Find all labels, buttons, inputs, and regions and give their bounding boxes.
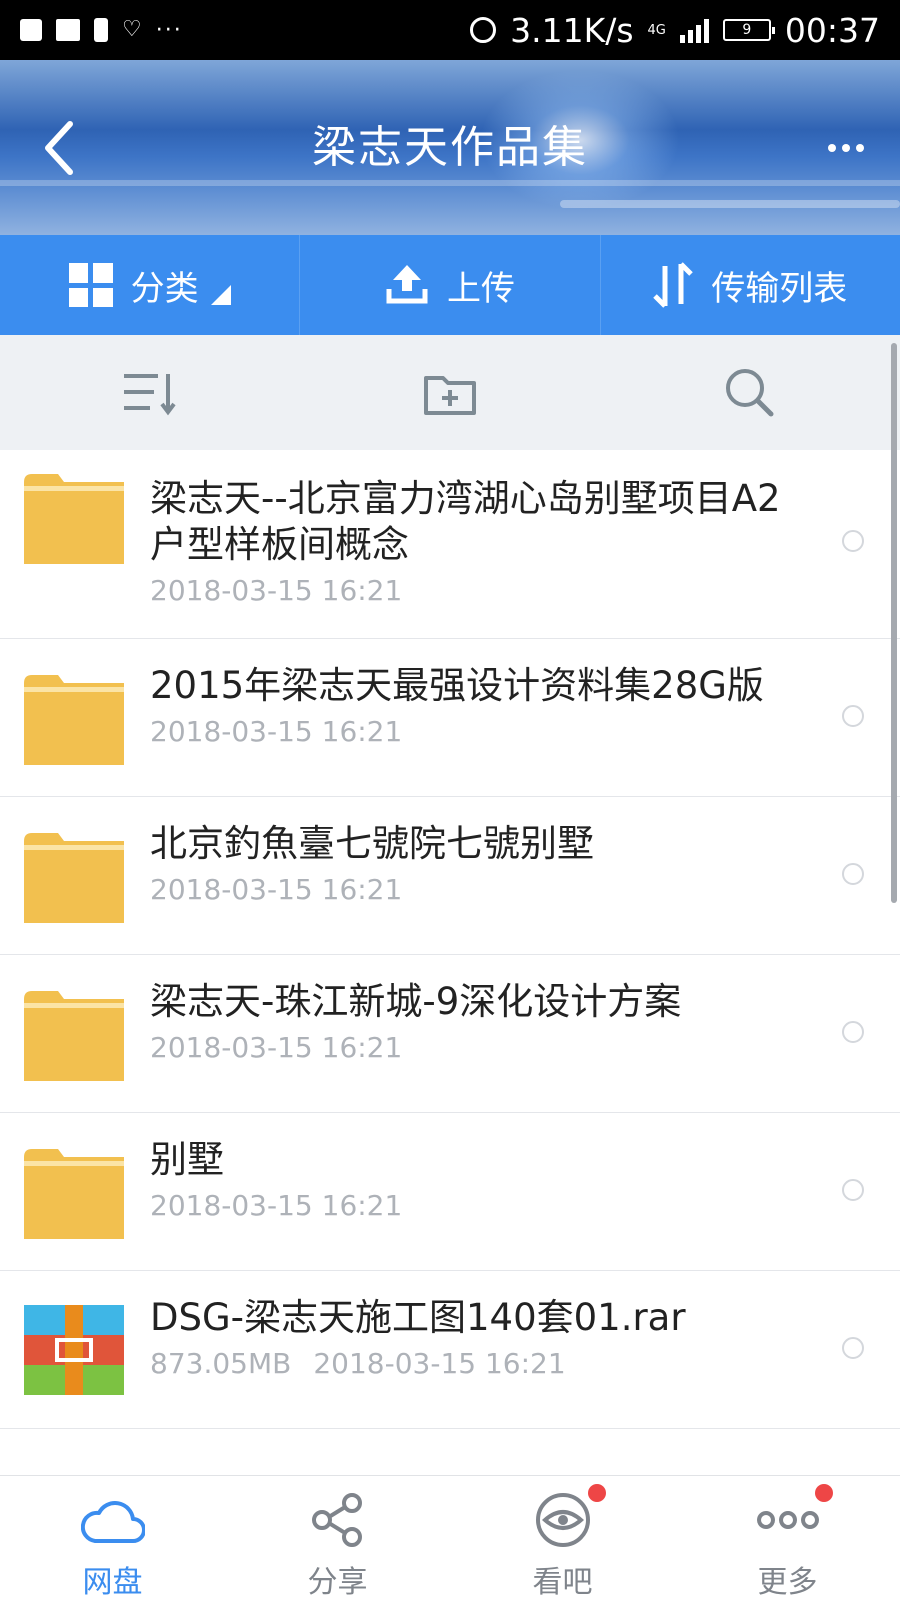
file-meta: 2018-03-15 16:21 xyxy=(150,715,800,749)
select-radio[interactable] xyxy=(842,705,864,727)
list-item[interactable]: 北京釣魚臺七號院七號别墅 2018-03-15 16:21 xyxy=(0,797,900,955)
file-name: 梁志天-珠江新城-9深化设计方案 xyxy=(150,980,682,1023)
transfer-arrows-icon xyxy=(653,262,694,308)
select-radio[interactable] xyxy=(842,1021,864,1043)
list-item[interactable]: 2015年梁志天最强设计资料集28G版 2018-03-15 16:21 xyxy=(0,639,900,797)
file-size: 873.05MB xyxy=(150,1347,292,1380)
file-name: DSG-梁志天施工图140套01.rar xyxy=(150,1296,686,1339)
grid-icon xyxy=(68,263,113,307)
upload-button[interactable]: 上传 xyxy=(299,235,599,335)
file-date: 2018-03-15 16:21 xyxy=(150,715,403,748)
sort-button[interactable] xyxy=(0,370,300,416)
transfer-list-label: 传输列表 xyxy=(711,268,848,309)
more-dots-icon xyxy=(756,1510,819,1529)
folder-icon xyxy=(24,833,124,923)
nav-label: 看吧 xyxy=(532,1565,593,1600)
eye-icon xyxy=(535,1492,590,1547)
share-icon xyxy=(311,1492,362,1547)
bottom-nav: 网盘 分享 看吧 更多 xyxy=(0,1475,900,1601)
nav-item-watch[interactable]: 看吧 xyxy=(450,1476,675,1601)
category-label: 分类 xyxy=(130,268,199,309)
new-folder-button[interactable] xyxy=(300,370,600,416)
file-name: 别墅 xyxy=(150,1138,224,1181)
more-horizontal-icon xyxy=(825,144,867,170)
upload-icon xyxy=(386,265,428,304)
select-radio[interactable] xyxy=(842,1337,864,1359)
file-list: 梁志天--北京富力湾湖心岛别墅项目A2户型样板间概念 2018-03-15 16… xyxy=(0,450,900,1429)
folder-icon xyxy=(24,675,124,765)
search-button[interactable] xyxy=(600,366,900,420)
file-meta: 873.05MB 2018-03-15 16:21 xyxy=(150,1347,800,1381)
select-radio[interactable] xyxy=(842,530,864,552)
image-notification-icon xyxy=(20,19,42,41)
battery-icon: 9 xyxy=(722,19,775,41)
network-type: 4G xyxy=(647,22,666,38)
nav-item-share[interactable]: 分享 xyxy=(225,1476,450,1601)
cloud-icon xyxy=(80,1500,145,1543)
folder-icon xyxy=(24,474,124,564)
file-meta: 2018-03-15 16:21 xyxy=(150,1031,800,1065)
file-meta: 2018-03-15 16:21 xyxy=(150,873,800,907)
list-item[interactable]: 梁志天-珠江新城-9深化设计方案 2018-03-15 16:21 xyxy=(0,955,900,1113)
page-title: 梁志天作品集 xyxy=(312,122,588,173)
nav-item-more[interactable]: 更多 xyxy=(675,1476,900,1601)
file-name: 2015年梁志天最强设计资料集28G版 xyxy=(150,664,764,707)
header-background-wave xyxy=(560,200,900,208)
scrollbar[interactable] xyxy=(891,343,897,903)
net-speed: 3.11K/s xyxy=(510,10,634,50)
notification-badge xyxy=(815,1484,833,1502)
list-item[interactable]: DSG-梁志天施工图140套01.rar 873.05MB 2018-03-15 … xyxy=(0,1271,900,1429)
file-date: 2018-03-15 16:21 xyxy=(150,1031,403,1064)
select-radio[interactable] xyxy=(842,863,864,885)
file-meta: 2018-03-15 16:21 xyxy=(150,574,800,608)
file-date: 2018-03-15 16:21 xyxy=(150,574,403,607)
nav-label: 网盘 xyxy=(82,1565,143,1600)
folder-icon xyxy=(24,991,124,1081)
category-button[interactable]: 分类 xyxy=(0,235,299,335)
list-item[interactable]: 别墅 2018-03-15 16:21 xyxy=(0,1113,900,1271)
more-options-button[interactable] xyxy=(825,130,875,166)
nav-item-cloud-drive[interactable]: 网盘 xyxy=(0,1476,225,1601)
signal-icon xyxy=(679,17,709,43)
file-name: 梁志天--北京富力湾湖心岛别墅项目A2户型样板间概念 xyxy=(150,477,781,566)
file-date: 2018-03-15 16:21 xyxy=(150,1189,403,1222)
search-icon xyxy=(726,368,774,416)
transfer-list-button[interactable]: 传输列表 xyxy=(599,235,900,335)
clock: 00:37 xyxy=(784,10,880,50)
app-notification-icon xyxy=(56,19,80,41)
file-date: 2018-03-15 16:21 xyxy=(150,873,403,906)
battery-alert-icon xyxy=(94,18,108,42)
more-notifications-icon: ··· xyxy=(155,17,183,43)
health-icon: ♡ xyxy=(122,17,142,42)
sort-icon xyxy=(124,373,176,415)
file-date: 2018-03-15 16:21 xyxy=(313,1347,566,1380)
notification-badge xyxy=(588,1484,606,1502)
nav-label: 分享 xyxy=(307,1565,368,1600)
toolbar xyxy=(0,335,900,450)
list-item[interactable]: 梁志天--北京富力湾湖心岛别墅项目A2户型样板间概念 2018-03-15 16… xyxy=(0,450,900,639)
action-bar: 分类 上传 传输列表 xyxy=(0,235,900,335)
nav-label: 更多 xyxy=(757,1565,818,1600)
header: 梁志天作品集 xyxy=(0,60,900,235)
new-folder-icon xyxy=(424,375,476,415)
folder-icon xyxy=(24,1149,124,1239)
file-name: 北京釣魚臺七號院七號别墅 xyxy=(150,822,594,865)
select-radio[interactable] xyxy=(842,1179,864,1201)
alarm-icon xyxy=(470,17,497,43)
upload-label: 上传 xyxy=(446,268,515,309)
header-background-wave xyxy=(0,180,900,186)
archive-rar-icon xyxy=(24,1305,124,1395)
dropdown-caret-icon xyxy=(210,285,231,305)
file-meta: 2018-03-15 16:21 xyxy=(150,1189,800,1223)
status-bar: ♡ ··· 3.11K/s 4G 9 00:37 xyxy=(0,0,900,60)
